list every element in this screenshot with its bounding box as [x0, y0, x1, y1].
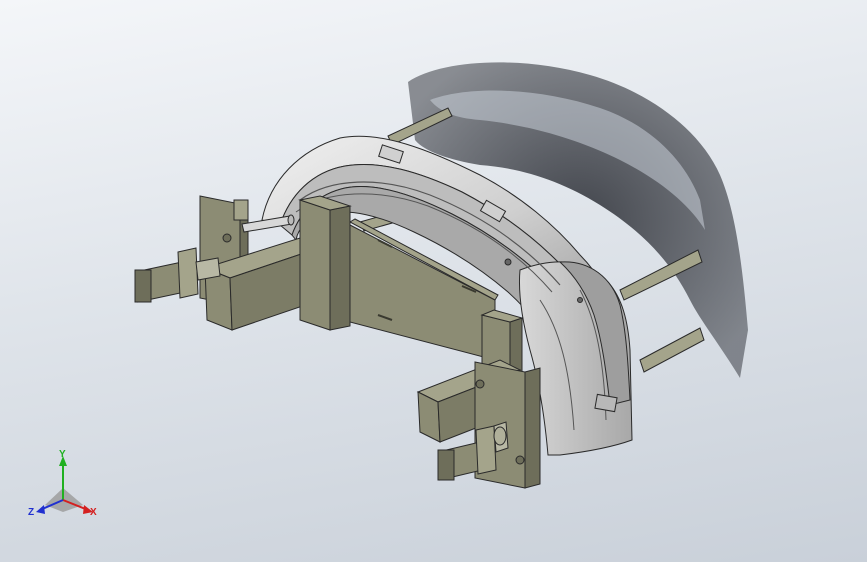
triad-x-label: X — [90, 507, 97, 518]
left-cylinder-rod — [195, 257, 221, 281]
left-clamp-block — [233, 199, 249, 221]
right-cylinder-end — [437, 449, 455, 481]
bumper-hole-2 — [577, 297, 583, 303]
left-cylinder-cap — [177, 247, 199, 299]
right-upright-edge — [524, 367, 541, 489]
left-post-side — [329, 205, 351, 331]
left-bolt — [222, 233, 232, 243]
left-cylinder-end — [134, 269, 152, 303]
model-scene[interactable]: Y X Z — [0, 0, 867, 562]
left-pin-end — [287, 214, 295, 226]
view-triad[interactable]: Y X Z — [28, 449, 97, 518]
triad-z-label: Z — [28, 507, 34, 518]
triad-z-arrow — [36, 505, 45, 514]
right-cylinder-nut — [493, 426, 507, 446]
bumper-hole-1 — [504, 258, 512, 266]
bumper-tab-3 — [594, 393, 618, 413]
triad-y-label: Y — [59, 449, 66, 460]
right-bolt-1 — [475, 379, 485, 389]
right-bolt-2 — [515, 455, 525, 465]
graphics-viewport[interactable]: Y X Z — [0, 0, 867, 562]
left-post-face — [299, 199, 331, 331]
left-bracket[interactable] — [134, 195, 352, 331]
right-cylinder-cap — [475, 425, 497, 475]
rod-lower-right — [639, 327, 705, 373]
